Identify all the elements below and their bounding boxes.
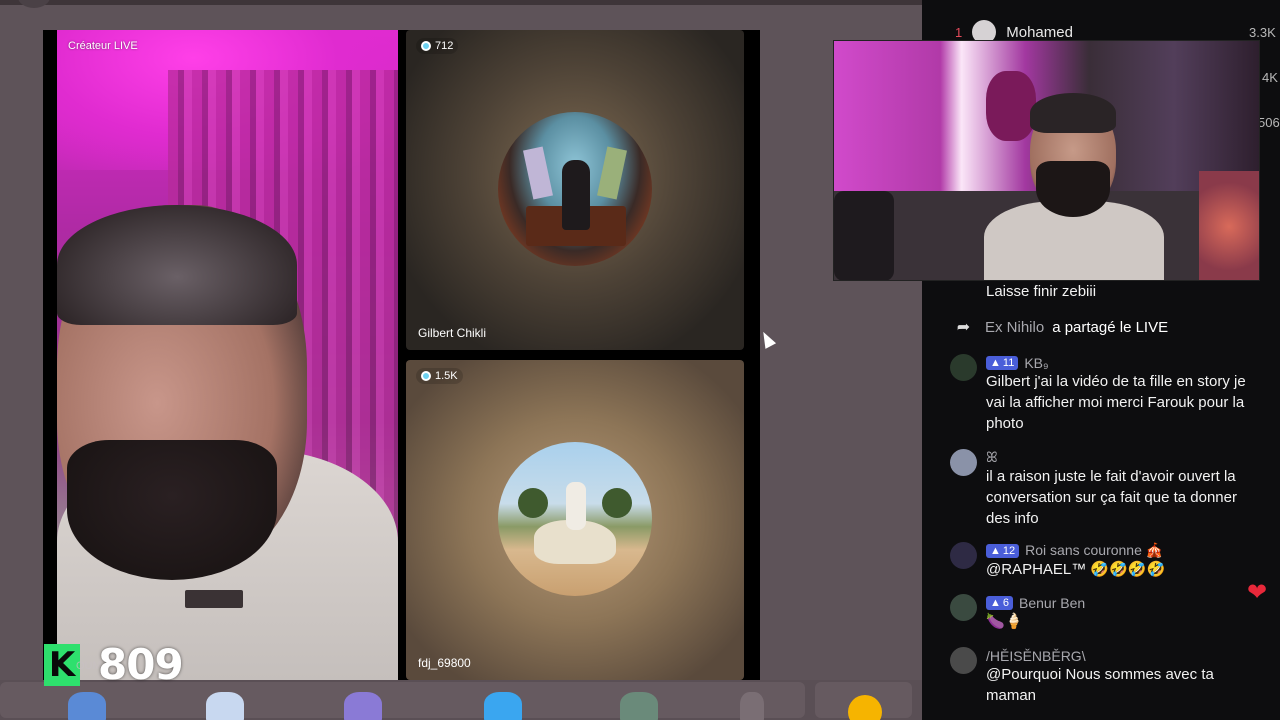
- guest-tile-2[interactable]: 1.5K fdj_69800: [406, 360, 744, 680]
- microphone-shape: [834, 191, 894, 280]
- chevron-up-icon[interactable]: [740, 692, 764, 720]
- rank-name: Mohamed: [1006, 23, 1073, 41]
- guest-name: Gilbert Chikli: [418, 326, 487, 340]
- rank-number: 1: [955, 24, 963, 40]
- kick-logo-icon: K: [44, 644, 80, 686]
- streamer-hair: [1030, 93, 1116, 133]
- chat-text: 🍆🍦: [986, 613, 1024, 630]
- palm-shape: [602, 488, 632, 518]
- avatar[interactable]: [950, 542, 977, 569]
- gift-icon[interactable]: [620, 692, 658, 720]
- mouse-cursor-icon: [757, 329, 777, 349]
- chat-user[interactable]: ꕤ: [986, 449, 998, 466]
- person-figure: [562, 160, 590, 230]
- person-figure: [566, 482, 586, 530]
- viewer-badge: 1.5K: [416, 368, 463, 384]
- chat-text: Laisse finir zebiii: [986, 283, 1097, 300]
- viewer-badge: 712: [416, 38, 459, 54]
- flag-shape: [523, 146, 553, 200]
- share-user[interactable]: Ex Nihilo: [985, 319, 1044, 336]
- palm-shape: [518, 488, 548, 518]
- guest-name: fdj_69800: [418, 656, 471, 670]
- chat-text: Gilbert j'ai la vidéo de ta fille en sto…: [986, 373, 1246, 432]
- chat-text: il a raison juste le fait d'avoir ouvert…: [986, 468, 1237, 527]
- guest-avatar[interactable]: [498, 112, 652, 266]
- lamp-shape: [986, 71, 1036, 141]
- share-action: a partagé le LIVE: [1052, 318, 1169, 336]
- gift-icon[interactable]: [484, 692, 522, 720]
- viewer-count: 712: [435, 40, 454, 52]
- chat-user[interactable]: Benur Ben: [1019, 595, 1085, 611]
- avatar[interactable]: [950, 354, 977, 381]
- chat-user[interactable]: Roi sans couronne 🎪: [1025, 542, 1163, 559]
- gift-icon[interactable]: [344, 692, 382, 720]
- host-label: Créateur LIVE: [68, 40, 138, 52]
- gift-icon[interactable]: [68, 692, 106, 720]
- viewer-icon: [421, 371, 431, 381]
- rank-value: 506: [1258, 115, 1280, 130]
- chat-text: @Pourquoi Nous sommes avec ta maman: [986, 666, 1214, 704]
- guest-tile-1[interactable]: 712 Gilbert Chikli: [406, 30, 744, 350]
- host-hair: [57, 205, 297, 325]
- top-strip: [0, 0, 922, 5]
- kick-viewer-count: 809: [98, 640, 184, 689]
- shirt-tag: [185, 590, 243, 608]
- heart-icon[interactable]: ❤: [1247, 578, 1267, 607]
- chat-text: @RAPHAEL™ 🤣🤣🤣🤣: [986, 561, 1166, 578]
- level-badge: ▲ 6: [986, 595, 1014, 610]
- rank-value: 3.3K: [1249, 25, 1276, 40]
- chat-user[interactable]: /HĚISĚNBĚRG\: [986, 648, 1086, 664]
- streamer-beard: [1036, 161, 1110, 217]
- level-badge: ▲ 11: [986, 355, 1019, 370]
- viewer-icon: [421, 41, 431, 51]
- flag-shape: [597, 146, 627, 200]
- menu-button[interactable]: [18, 0, 50, 8]
- streamer-webcam: [833, 40, 1260, 281]
- avatar[interactable]: [950, 647, 977, 674]
- avatar[interactable]: [950, 594, 977, 621]
- viewer-count: 1.5K: [435, 370, 458, 382]
- guest-avatar[interactable]: [498, 442, 652, 596]
- avatar[interactable]: [950, 449, 977, 476]
- rank-value: 4K: [1262, 70, 1278, 85]
- chat-user[interactable]: KB₉: [1024, 355, 1048, 371]
- gift-icon[interactable]: [206, 692, 244, 720]
- plant-shape: [1199, 171, 1259, 280]
- host-beard: [67, 440, 277, 580]
- share-icon: ➦: [956, 319, 971, 336]
- host-video-tile[interactable]: [57, 30, 398, 680]
- share-event: ➦ Ex Nihilo a partagé le LIVE: [950, 317, 1168, 337]
- level-badge: ▲ 12: [986, 543, 1020, 558]
